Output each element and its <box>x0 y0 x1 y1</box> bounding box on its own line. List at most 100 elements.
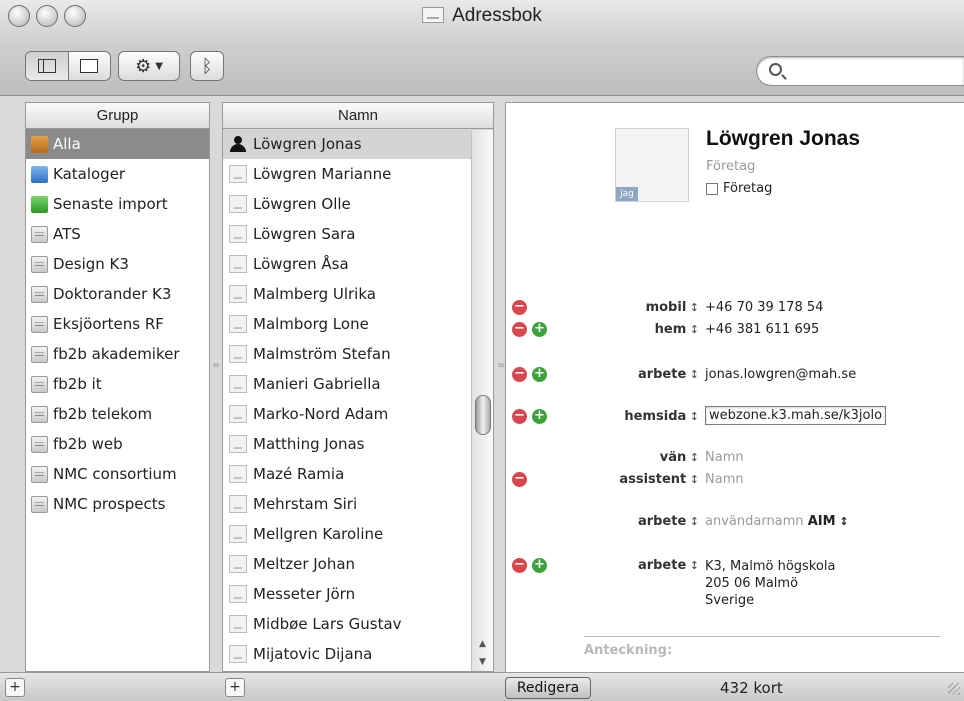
field-label-mobil[interactable]: mobil <box>646 300 699 315</box>
contact-list-item[interactable]: Mehrstam Siri <box>223 489 493 519</box>
contact-list-item[interactable]: Marko-Nord Adam <box>223 399 493 429</box>
contact-list-item[interactable]: Meltzer Johan <box>223 549 493 579</box>
contact-list-item[interactable]: Mijatovic Dijana <box>223 639 493 669</box>
group-item[interactable]: Doktorander K3 <box>26 279 209 309</box>
note-field[interactable]: Anteckning: <box>584 643 672 658</box>
contact-list-item-label: Matthing Jonas <box>253 435 365 453</box>
group-item-label: Senaste import <box>53 195 168 213</box>
add-field-button[interactable]: + <box>532 322 547 337</box>
group-icon <box>31 435 48 453</box>
remove-field-button[interactable]: − <box>512 322 527 337</box>
group-column-header[interactable]: Grupp <box>26 103 209 129</box>
remove-field-button[interactable]: − <box>512 300 527 315</box>
contact-list-item[interactable]: Malmborg Lone <box>223 309 493 339</box>
contact-list-item[interactable]: Messeter Jörn <box>223 579 493 609</box>
add-field-button[interactable]: + <box>532 367 547 382</box>
address-book-icon <box>422 7 445 23</box>
contact-list-item[interactable]: Löwgren Åsa <box>223 249 493 279</box>
field-value-van[interactable]: Namn <box>705 450 744 465</box>
add-field-button[interactable]: + <box>532 409 547 424</box>
field-value-mobil[interactable]: +46 70 39 178 54 <box>705 300 823 315</box>
contact-list-item-label: Marko-Nord Adam <box>253 405 389 423</box>
field-label-web[interactable]: hemsida <box>624 409 699 424</box>
company-field[interactable]: Företag <box>706 159 755 174</box>
field-value-address[interactable]: K3, Malmö högskola 205 06 Malmö Sverige <box>705 558 835 609</box>
contact-list-item[interactable]: Löwgren Sara <box>223 219 493 249</box>
add-contact-button[interactable]: + <box>225 678 245 697</box>
remove-field-button[interactable]: − <box>512 558 527 573</box>
field-value-web-editing[interactable]: webzone.k3.mah.se/k3jolo <box>705 406 887 425</box>
contact-list-item[interactable]: Malmberg Ulrika <box>223 279 493 309</box>
name-list-scrollbar[interactable]: ▲ ▼ <box>471 130 493 671</box>
field-value-email[interactable]: jonas.lowgren@mah.se <box>705 367 856 382</box>
contact-list-item-label: Meltzer Johan <box>253 555 356 573</box>
contact-list-item[interactable]: Löwgren Jonas <box>223 129 493 159</box>
field-label-email[interactable]: arbete <box>638 367 699 382</box>
window-title: Adressbok <box>0 5 964 27</box>
field-label-im[interactable]: arbete <box>638 514 699 529</box>
card-view-button[interactable] <box>69 52 111 80</box>
field-value-assistent[interactable]: Namn <box>705 472 744 487</box>
contact-name[interactable]: Löwgren Jonas <box>706 127 860 151</box>
remove-field-button[interactable]: − <box>512 409 527 424</box>
add-group-button[interactable]: + <box>5 678 25 697</box>
scroll-down-arrow[interactable]: ▼ <box>472 653 493 671</box>
search-field[interactable] <box>756 56 964 86</box>
contact-card-icon <box>229 285 247 303</box>
action-menu-button[interactable]: ⚙ ▼ <box>118 51 180 81</box>
contact-list-item-label: Mehrstam Siri <box>253 495 358 513</box>
group-item[interactable]: fb2b web <box>26 429 209 459</box>
group-item-label: Kataloger <box>53 165 126 183</box>
group-item[interactable]: fb2b it <box>26 369 209 399</box>
group-item[interactable]: Eksjöortens RF <box>26 309 209 339</box>
group-icon <box>31 315 48 333</box>
name-column-header[interactable]: Namn <box>223 103 493 129</box>
field-label-address[interactable]: arbete <box>638 558 699 573</box>
im-service[interactable]: AIM <box>808 514 836 529</box>
group-item[interactable]: Design K3 <box>26 249 209 279</box>
contact-list-item[interactable]: Mazé Ramia <box>223 459 493 489</box>
group-item-label: Doktorander K3 <box>53 285 172 303</box>
group-item[interactable]: ATS <box>26 219 209 249</box>
edit-button[interactable]: Redigera <box>505 677 591 699</box>
contact-list-item-label: Löwgren Olle <box>253 195 351 213</box>
company-checkbox[interactable]: Företag <box>706 181 772 196</box>
field-label-assistent[interactable]: assistent <box>619 472 699 487</box>
contact-card: jag Löwgren Jonas Företag Företag − mobi… <box>505 102 964 672</box>
group-icon <box>31 255 48 273</box>
search-input[interactable] <box>789 62 957 78</box>
field-value-hem[interactable]: +46 381 611 695 <box>705 322 819 337</box>
contact-list-item[interactable]: Manieri Gabriella <box>223 369 493 399</box>
contact-photo[interactable]: jag <box>615 128 689 202</box>
group-item[interactable]: fb2b telekom <box>26 399 209 429</box>
contact-list-item[interactable]: Löwgren Olle <box>223 189 493 219</box>
resize-grip[interactable] <box>948 683 960 695</box>
group-item[interactable]: NMC consortium <box>26 459 209 489</box>
remove-field-button[interactable]: − <box>512 472 527 487</box>
field-label-van[interactable]: vän <box>660 450 699 465</box>
contact-list-item[interactable]: Matthing Jonas <box>223 429 493 459</box>
contact-list-item[interactable]: Midbøe Lars Gustav <box>223 609 493 639</box>
contact-list-item[interactable]: Mellgren Karoline <box>223 519 493 549</box>
column-splitter[interactable]: = <box>497 360 505 382</box>
group-icon <box>31 495 48 513</box>
contact-list-item[interactable]: Malmström Stefan <box>223 339 493 369</box>
scrollbar-thumb[interactable] <box>475 395 491 435</box>
add-field-button[interactable]: + <box>532 558 547 573</box>
group-item[interactable]: NMC prospects <box>26 489 209 519</box>
field-value-im[interactable]: användarnamn AIM ↕ <box>705 514 849 529</box>
bottom-bar: + + Redigera 432 kort <box>0 672 964 701</box>
column-splitter[interactable]: = <box>212 360 220 382</box>
name-list: Löwgren Jonas Löwgren Marianne Löwgren Oll… <box>223 129 493 669</box>
chevron-down-icon: ▼ <box>155 60 163 72</box>
group-item[interactable]: fb2b akademiker <box>26 339 209 369</box>
group-item[interactable]: Alla <box>26 129 209 159</box>
contact-list-item[interactable]: Löwgren Marianne <box>223 159 493 189</box>
column-view-button[interactable] <box>26 52 69 80</box>
group-item[interactable]: Senaste import <box>26 189 209 219</box>
group-item[interactable]: Kataloger <box>26 159 209 189</box>
bluetooth-button[interactable]: ᛒ <box>190 51 224 81</box>
remove-field-button[interactable]: − <box>512 367 527 382</box>
scroll-up-arrow[interactable]: ▲ <box>472 635 493 653</box>
field-label-hem[interactable]: hem <box>655 322 699 337</box>
